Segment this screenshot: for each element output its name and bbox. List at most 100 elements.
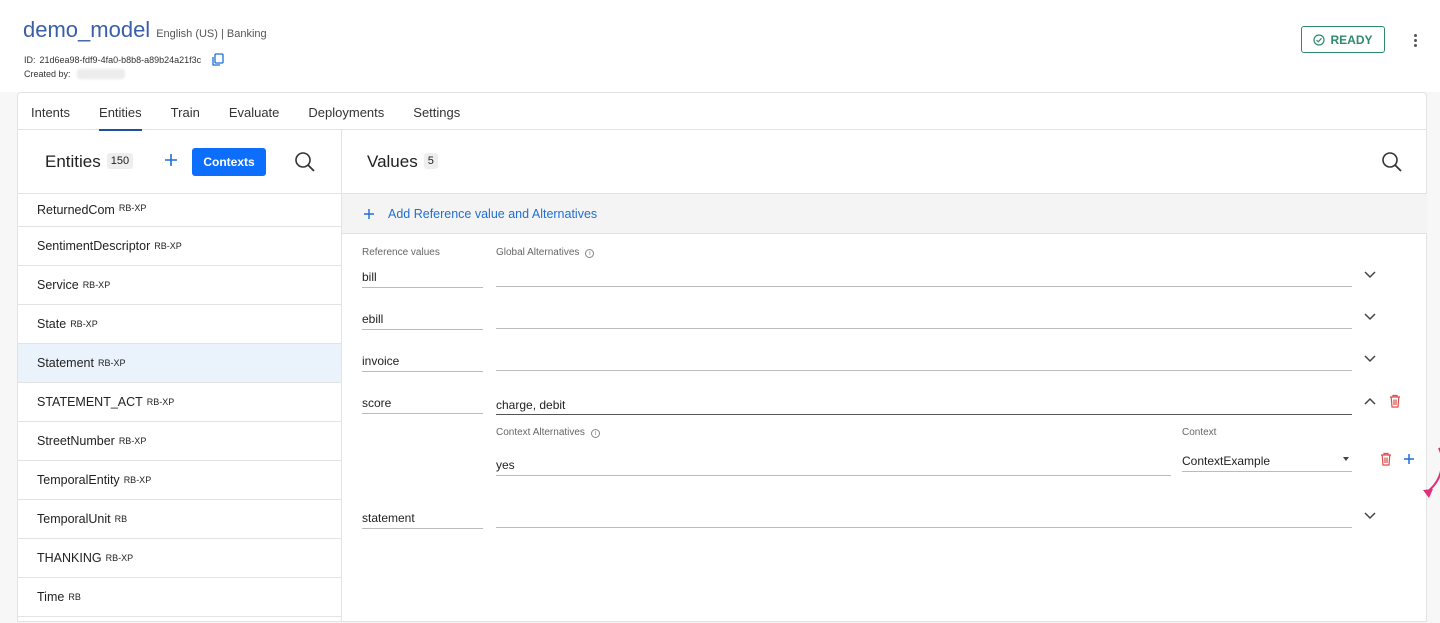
search-icon[interactable] [1381, 151, 1403, 173]
entity-tag: RB-XP [82, 280, 111, 290]
context-label: Context [1182, 427, 1217, 438]
list-item[interactable]: Service RB-XP [18, 266, 341, 305]
caret-down-icon[interactable] [1343, 457, 1349, 461]
more-options-icon[interactable] [1408, 31, 1422, 49]
tab-bar: Intents Entities Train Evaluate Deployme… [18, 93, 1426, 131]
id-row: ID: 21d6ea98-fdf9-4fa0-b8b8-a89b24a21f3c [24, 53, 225, 67]
global-alternatives-text: Global Alternatives [496, 247, 580, 258]
chevron-down-icon[interactable] [1364, 512, 1376, 520]
entity-tag: RB [68, 592, 81, 602]
search-icon[interactable] [294, 151, 316, 173]
entity-name: SentimentDescriptor [37, 239, 151, 253]
created-by-value-blurred [76, 69, 125, 79]
context-alternatives-label: Context Alternatives i [496, 427, 600, 438]
list-item[interactable]: State RB-XP [18, 305, 341, 344]
list-item[interactable]: TemporalEntity RB-XP [18, 461, 341, 500]
entity-tag: RB-XP [105, 553, 134, 563]
values-panel: Values 5 Add Reference value and Alternat… [342, 130, 1440, 623]
entity-tag: RB [114, 514, 128, 524]
entity-name: THANKING [37, 551, 102, 565]
global-alternatives-field[interactable] [496, 511, 1352, 528]
entities-panel: Entities 150 Contexts ReturnedCom RB-XP Se… [18, 130, 342, 623]
id-label: ID: [24, 55, 36, 65]
entities-count-badge: 150 [106, 153, 134, 169]
reference-value-field[interactable]: ebill [362, 312, 483, 330]
entity-tag: RB-XP [123, 475, 152, 485]
entity-name: Statement [37, 356, 94, 370]
list-item[interactable]: Time RB [18, 578, 341, 617]
entity-name: ReturnedCom [37, 203, 115, 217]
entity-name: State [37, 317, 67, 331]
entity-name: Time [37, 590, 65, 604]
entity-name: TemporalEntity [37, 473, 120, 487]
add-context-alternative-plus-icon[interactable] [1403, 453, 1415, 465]
tab-evaluate[interactable]: Evaluate [229, 93, 280, 130]
entity-tag: RB-XP [118, 436, 147, 446]
chevron-down-icon[interactable] [1364, 313, 1376, 321]
check-circle-icon [1313, 33, 1326, 46]
created-row: Created by: [24, 69, 125, 79]
global-alternatives-field[interactable]: charge, debit [496, 398, 1352, 415]
entity-tag: RB-XP [146, 397, 175, 407]
list-item[interactable]: SentimentDescriptor RB-XP [18, 227, 341, 266]
global-alternatives-field[interactable] [496, 312, 1352, 329]
tab-settings[interactable]: Settings [413, 93, 460, 130]
global-alternatives-field[interactable] [496, 270, 1352, 287]
reference-value-field[interactable]: invoice [362, 354, 483, 372]
values-header: Values 5 [342, 130, 1427, 194]
list-item[interactable]: TemporalUnit RB [18, 500, 341, 539]
reference-value-field[interactable]: score [362, 396, 483, 414]
main-panel: Intents Entities Train Evaluate Deployme… [17, 92, 1440, 623]
chevron-up-icon[interactable] [1364, 397, 1376, 405]
tab-intents[interactable]: Intents [31, 93, 70, 130]
entity-name: Service [37, 278, 79, 292]
created-by-label: Created by: [24, 69, 71, 79]
tab-train[interactable]: Train [171, 93, 200, 130]
list-item[interactable]: ReturnedCom RB-XP [18, 194, 341, 227]
list-item[interactable]: StreetNumber RB-XP [18, 422, 341, 461]
values-title: Values 5 [367, 152, 438, 172]
global-alternatives-field[interactable] [496, 354, 1352, 371]
info-icon[interactable]: i [585, 249, 595, 258]
plus-icon [364, 208, 374, 219]
copy-icon[interactable] [211, 53, 225, 67]
reference-value-field[interactable]: statement [362, 511, 483, 529]
tab-entities[interactable]: Entities [99, 93, 142, 131]
id-value: 21d6ea98-fdf9-4fa0-b8b8-a89b24a21f3c [39, 55, 202, 65]
chevron-down-icon[interactable] [1364, 271, 1376, 279]
entity-tag: RB-XP [97, 358, 126, 368]
add-reference-label: Add Reference value and Alternatives [388, 206, 598, 221]
entities-title-text: Entities [45, 152, 101, 171]
entity-tag: RB-XP [118, 203, 147, 213]
list-item[interactable]: STATEMENT_ACT RB-XP [18, 383, 341, 422]
status-label: READY [1330, 32, 1373, 47]
list-item[interactable]: THANKING RB-XP [18, 539, 341, 578]
entity-list: ReturnedCom RB-XP SentimentDescriptor RB-X… [18, 194, 341, 617]
trash-icon[interactable] [1389, 394, 1401, 408]
model-name: demo_model [23, 17, 151, 42]
global-alternatives-label: Global Alternatives i [496, 247, 595, 258]
model-header: demo_model English (US) | Banking ID: 21… [0, 0, 1440, 92]
entities-header: Entities 150 Contexts [18, 130, 341, 194]
values-title-text: Values [367, 152, 418, 171]
title-row: demo_model English (US) | Banking [23, 17, 267, 43]
info-icon[interactable]: i [590, 429, 600, 438]
chevron-down-icon[interactable] [1364, 355, 1376, 363]
reference-value-field[interactable]: bill [362, 270, 483, 288]
list-item-selected[interactable]: Statement RB-XP [18, 344, 341, 383]
add-entity-button[interactable] [163, 152, 179, 168]
plus-icon [165, 154, 177, 166]
trash-icon[interactable] [1380, 452, 1392, 466]
contexts-button[interactable]: Contexts [192, 148, 266, 176]
status-ready-button[interactable]: READY [1301, 26, 1385, 53]
entity-tag: RB-XP [70, 319, 98, 329]
add-reference-value-button[interactable]: Add Reference value and Alternatives [342, 194, 1427, 234]
entity-name: TemporalUnit [37, 512, 111, 526]
tab-deployments[interactable]: Deployments [308, 93, 384, 130]
entities-title: Entities 150 [45, 152, 134, 172]
entity-name: STATEMENT_ACT [37, 395, 143, 409]
model-meta: English (US) | Banking [156, 28, 267, 40]
annotation-arrow-icon [1423, 447, 1440, 498]
context-alternative-field[interactable]: yes [496, 458, 1171, 476]
context-select[interactable]: ContextExample [1182, 454, 1352, 472]
